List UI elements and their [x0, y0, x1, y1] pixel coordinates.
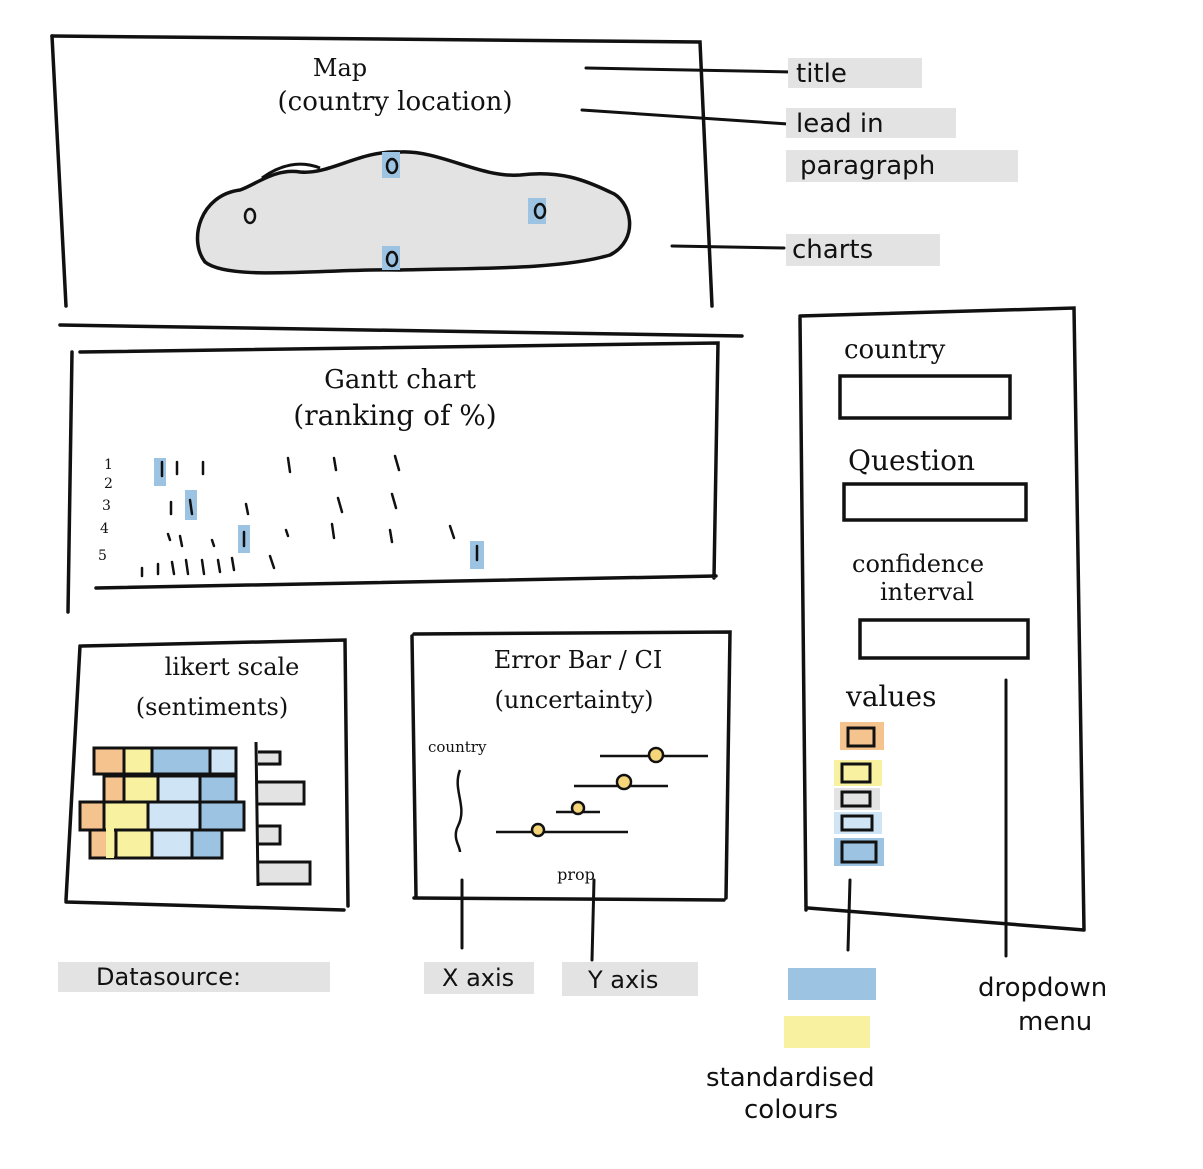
- annotation-lead-in-line2: paragraph: [800, 151, 935, 181]
- gantt-title: Gantt chart: [324, 365, 476, 395]
- annotation-dropdown-line2: menu: [1018, 1007, 1092, 1037]
- rank-label: 3: [102, 498, 111, 514]
- errorbar-panel: Error Bar / CI (uncertainty) country pro…: [410, 630, 732, 902]
- map-marker-icon: [528, 198, 547, 224]
- gantt-panel: Gantt chart (ranking of %) 1 2 3 4 5: [66, 341, 720, 614]
- ci-label-line1: confidence: [852, 550, 984, 578]
- map-marker-icon: [382, 152, 400, 178]
- ci-label-line2: interval: [880, 578, 974, 606]
- likert-subtitle: (sentiments): [136, 693, 288, 721]
- likert-side-bars: [254, 741, 312, 887]
- annotation-y-axis: Y axis: [587, 966, 658, 994]
- likert-panel: likert scale (sentiments): [64, 638, 350, 912]
- annotation-lead-in-line1: lead in: [796, 109, 884, 139]
- annotation-charts: charts: [792, 235, 873, 265]
- errorbar-subtitle: (uncertainty): [494, 686, 653, 714]
- annotation-standardised-line2: colours: [744, 1095, 838, 1125]
- annotation-x-axis: X axis: [442, 964, 514, 992]
- standard-color-blue: [788, 968, 876, 1000]
- confidence-interval-dropdown[interactable]: [858, 618, 1030, 660]
- errorbar-x-label: prop: [557, 865, 595, 884]
- question-dropdown[interactable]: [842, 482, 1028, 522]
- sidebar-panel: country Question confidence interval val…: [798, 306, 1086, 932]
- errorbar-lines: [496, 746, 708, 838]
- gantt-rank-labels: 1 2 3 4 5: [98, 457, 113, 564]
- map-panel: Map (country location): [50, 34, 744, 338]
- country-label: country: [844, 335, 946, 365]
- annotation-standardised-line1: standardised: [706, 1063, 875, 1093]
- likert-title: likert scale: [165, 653, 300, 681]
- rank-label: 4: [100, 521, 109, 537]
- annotation-dropdown-line1: dropdown: [978, 973, 1107, 1003]
- errorbar-y-label: country: [428, 738, 487, 756]
- wireframe-sketch: Map (country location) Gantt chart (rank…: [50, 34, 1107, 1125]
- likert-stacked-bars: [78, 746, 246, 860]
- map-blob-icon: [195, 150, 632, 275]
- rank-label: 1: [104, 457, 113, 473]
- rank-label: 5: [98, 548, 107, 564]
- rank-label: 2: [104, 476, 113, 492]
- map-marker-icon: [382, 246, 400, 270]
- errorbar-title: Error Bar / CI: [494, 646, 663, 674]
- map-title: Map: [313, 54, 367, 82]
- gantt-subtitle: (ranking of %): [293, 399, 496, 432]
- values-label: values: [845, 680, 936, 713]
- annotation-title: title: [796, 59, 847, 89]
- map-subtitle: (country location): [277, 87, 512, 117]
- question-label: Question: [848, 444, 975, 477]
- values-color-swatches: [834, 722, 884, 866]
- country-dropdown[interactable]: [838, 374, 1012, 420]
- standard-color-yellow: [784, 1016, 870, 1048]
- annotation-data-source: Datasource:: [96, 963, 241, 991]
